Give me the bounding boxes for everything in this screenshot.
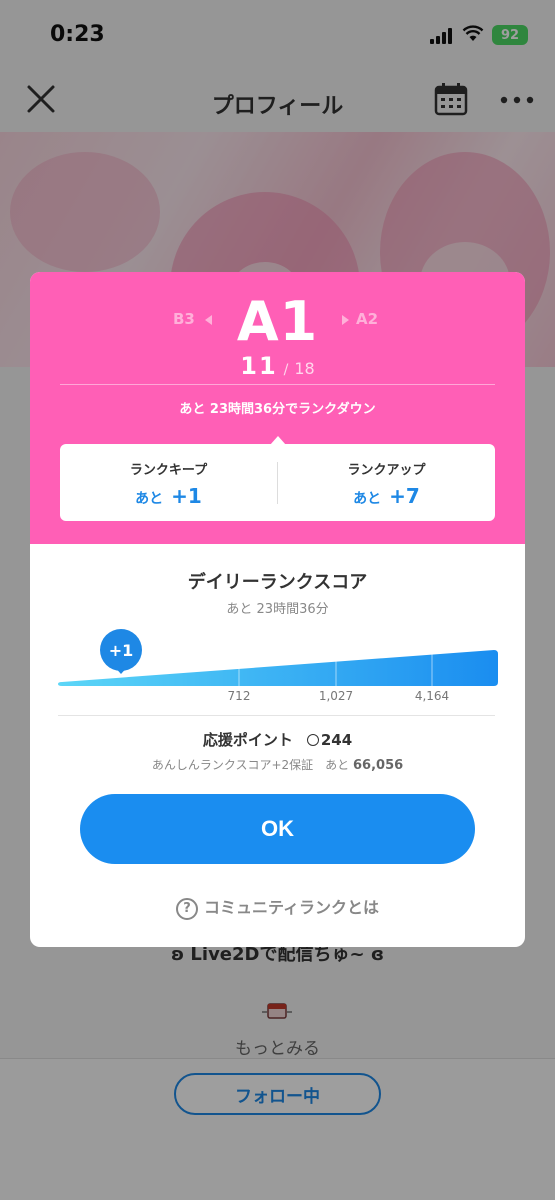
help-link-label: コミュニティランクとは: [203, 898, 380, 917]
rank-position-separator: /: [283, 362, 289, 378]
rank-up-label: ランクアップ: [347, 463, 426, 478]
points-icon: [306, 734, 319, 746]
right-triangle-icon: [342, 315, 349, 325]
community-rank-help-link[interactable]: ? コミュニティランクとは: [30, 894, 525, 920]
rank-header: B3 A1 A2 11/18 あと 23時間36分でランクダウン ランクキープ …: [30, 272, 525, 544]
current-rank: A1: [236, 290, 319, 353]
divider: [58, 715, 495, 716]
rank-up-prefix: あと: [353, 491, 382, 507]
rank-keep-label: ランクキープ: [129, 463, 208, 478]
threshold-label: 4,164: [414, 689, 450, 703]
daily-score-remaining: あと 23時間36分: [226, 602, 329, 617]
threshold-label: 712: [227, 689, 251, 703]
rank-position-current: 11: [240, 352, 278, 380]
rank-position: 11 / 18: [30, 352, 525, 380]
threshold-label: 1,027: [318, 689, 354, 703]
community-rank-modal: B3 A1 A2 11/18 あと 23時間36分でランクダウン ランクキープ …: [30, 272, 525, 947]
guarantee-text: あんしんランクスコア+2保証 あと: [151, 758, 350, 772]
support-points-label: 応援ポイント: [202, 731, 293, 749]
rank-up: ランクアップ あと +7: [278, 459, 495, 508]
rank-down-countdown: あと 23時間36分でランクダウン: [179, 402, 376, 417]
score-marker: +1: [100, 629, 142, 671]
rank-score-guarantee: あんしんランクスコア+2保証 あと 66,056: [30, 756, 525, 773]
support-points-value: 244: [320, 731, 353, 749]
question-icon: ?: [175, 898, 198, 920]
daily-score-title: デイリーランクスコア: [187, 572, 368, 593]
rank-position-total: 18: [294, 359, 315, 378]
next-rank: A2: [356, 310, 379, 328]
divider: [60, 384, 495, 385]
rank-targets-box: ランクキープ あと +1 ランクアップ あと +7: [60, 444, 495, 521]
rank-keep-prefix: あと: [135, 491, 164, 507]
rank-keep-value: +1: [171, 484, 202, 508]
support-points: 応援ポイント 244: [30, 729, 525, 750]
rank-keep: ランクキープ あと +1: [60, 459, 277, 508]
guarantee-value: 66,056: [353, 758, 404, 773]
rank-up-value: +7: [389, 484, 420, 508]
ok-button[interactable]: OK: [80, 794, 475, 864]
